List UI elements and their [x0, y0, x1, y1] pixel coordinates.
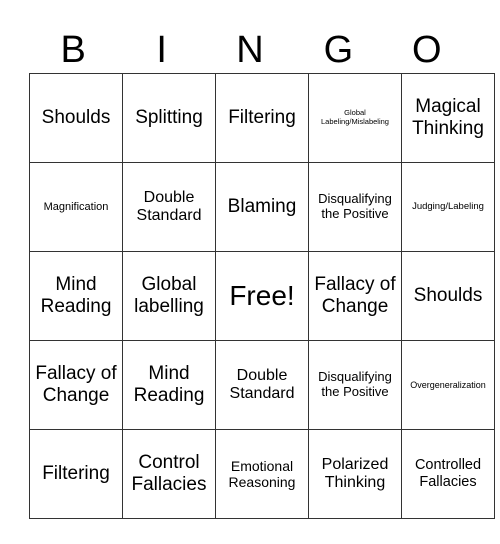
bingo-cell[interactable]: Global labelling [122, 251, 216, 341]
header-letter-o: O [412, 29, 442, 71]
bingo-cell[interactable]: Mind Reading [29, 251, 123, 341]
bingo-cell[interactable]: Double Standard [215, 340, 309, 430]
bingo-cell[interactable]: Magnification [29, 162, 123, 252]
bingo-cell[interactable]: Fallacy of Change [308, 251, 402, 341]
bingo-cell[interactable]: Control Fallacies [122, 429, 216, 519]
header-letter-n: N [236, 29, 264, 71]
bingo-header: B I N G O [29, 28, 471, 73]
bingo-cell[interactable]: Controlled Fallacies [401, 429, 495, 519]
bingo-row: Fallacy of Change Mind Reading Double St… [29, 340, 495, 430]
bingo-cell[interactable]: Disqualifying the Positive [308, 162, 402, 252]
bingo-row: Filtering Control Fallacies Emotional Re… [29, 429, 495, 519]
bingo-row: Mind Reading Global labelling Free! Fall… [29, 251, 495, 341]
bingo-cell[interactable]: Mind Reading [122, 340, 216, 430]
bingo-cell[interactable]: Blaming [215, 162, 309, 252]
bingo-cell[interactable]: Emotional Reasoning [215, 429, 309, 519]
bingo-cell[interactable]: Filtering [29, 429, 123, 519]
bingo-row: Magnification Double Standard Blaming Di… [29, 162, 495, 252]
bingo-cell[interactable]: Splitting [122, 73, 216, 163]
header-letter-i: I [156, 29, 167, 71]
bingo-row: Shoulds Splitting Filtering Global Label… [29, 73, 495, 163]
bingo-cell[interactable]: Judging/Labeling [401, 162, 495, 252]
bingo-cell[interactable]: Filtering [215, 73, 309, 163]
bingo-cell[interactable]: Shoulds [401, 251, 495, 341]
bingo-card: Shoulds Splitting Filtering Global Label… [29, 73, 495, 519]
header-letter-b: B [60, 29, 86, 71]
bingo-cell[interactable]: Global Labeling/Mislabeling [308, 73, 402, 163]
header-letter-g: G [323, 29, 354, 71]
free-space-cell[interactable]: Free! [215, 251, 309, 341]
bingo-cell[interactable]: Fallacy of Change [29, 340, 123, 430]
bingo-cell[interactable]: Overgeneralization [401, 340, 495, 430]
bingo-cell[interactable]: Polarized Thinking [308, 429, 402, 519]
bingo-cell[interactable]: Shoulds [29, 73, 123, 163]
bingo-cell[interactable]: Disqualifying the Positive [308, 340, 402, 430]
bingo-cell[interactable]: Double Standard [122, 162, 216, 252]
bingo-cell[interactable]: Magical Thinking [401, 73, 495, 163]
